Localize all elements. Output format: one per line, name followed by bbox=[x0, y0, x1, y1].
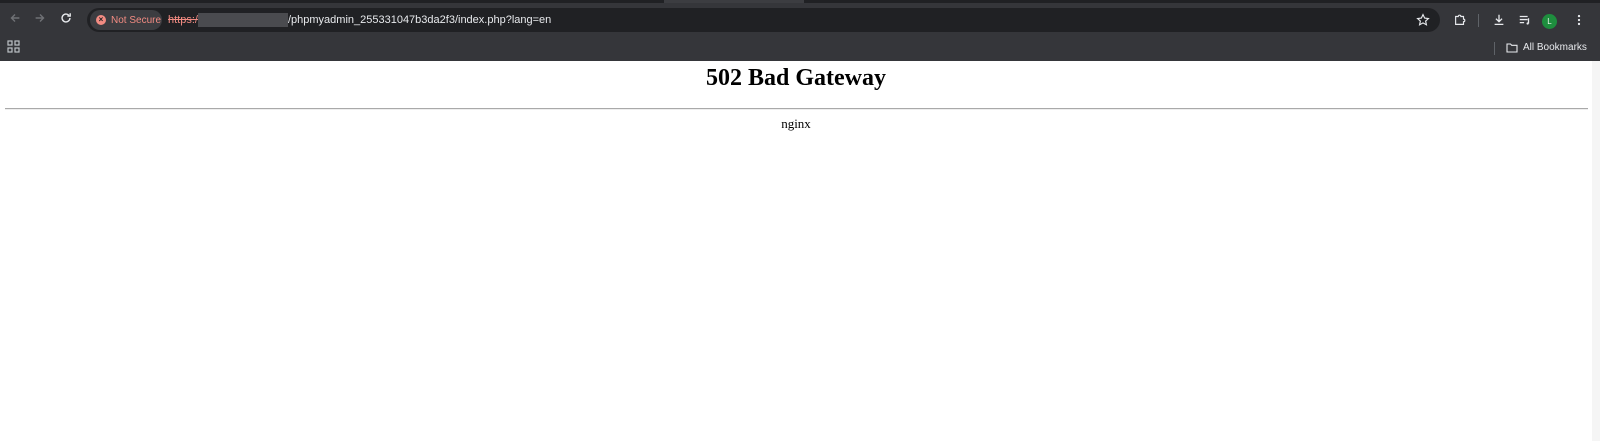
puzzle-icon bbox=[1455, 14, 1466, 25]
url-path: /phpmyadmin_255331047b3da2f3/index.php?l… bbox=[287, 14, 552, 26]
bookmarks-bar: All Bookmarks bbox=[0, 34, 1600, 60]
all-bookmarks-label: All Bookmarks bbox=[1523, 41, 1587, 53]
extensions-button[interactable] bbox=[1451, 11, 1469, 29]
url-host-redacted bbox=[197, 13, 288, 27]
url-text[interactable]: https:/ /phpmyadmin_255331047b3da2f3/inde… bbox=[168, 13, 551, 27]
download-icon bbox=[1494, 14, 1504, 26]
playlist-icon bbox=[1519, 15, 1530, 25]
url-scheme: https:/ bbox=[168, 14, 198, 26]
downloads-button[interactable] bbox=[1490, 11, 1508, 29]
reload-button[interactable] bbox=[55, 7, 77, 29]
bookmark-star-icon[interactable] bbox=[1416, 13, 1430, 27]
profile-avatar[interactable]: L bbox=[1542, 14, 1557, 29]
apps-grid-icon[interactable] bbox=[7, 40, 20, 53]
server-name: nginx bbox=[781, 116, 811, 131]
error-heading: 502 Bad Gateway bbox=[706, 65, 886, 91]
folder-icon bbox=[1506, 42, 1518, 53]
bookmarks-divider bbox=[1494, 42, 1495, 55]
toolbar-divider bbox=[1478, 14, 1479, 27]
arrow-right-icon bbox=[35, 14, 45, 22]
browser-chrome: × Not Secure https:/ /phpmyadmin_25533104… bbox=[0, 0, 1600, 61]
address-bar[interactable]: × Not Secure https:/ /phpmyadmin_25533104… bbox=[87, 8, 1440, 32]
browser-toolbar: × Not Secure https:/ /phpmyadmin_25533104… bbox=[0, 3, 1600, 34]
security-chip[interactable]: × Not Secure bbox=[90, 10, 162, 30]
security-chip-label: Not Secure bbox=[111, 14, 162, 26]
forward-button[interactable] bbox=[29, 7, 51, 29]
reading-list-button[interactable] bbox=[1516, 11, 1534, 29]
back-button[interactable] bbox=[4, 7, 26, 29]
all-bookmarks-button[interactable]: All Bookmarks bbox=[1506, 40, 1587, 54]
scrollbar-track[interactable] bbox=[1592, 61, 1600, 441]
warning-icon: × bbox=[96, 15, 106, 25]
page-content: 502 Bad Gateway nginx bbox=[0, 61, 1600, 441]
arrow-left-icon bbox=[10, 14, 20, 22]
reload-icon bbox=[61, 13, 71, 23]
separator bbox=[5, 108, 1588, 110]
kebab-menu-icon bbox=[1577, 14, 1581, 26]
browser-menu-button[interactable] bbox=[1570, 11, 1588, 29]
